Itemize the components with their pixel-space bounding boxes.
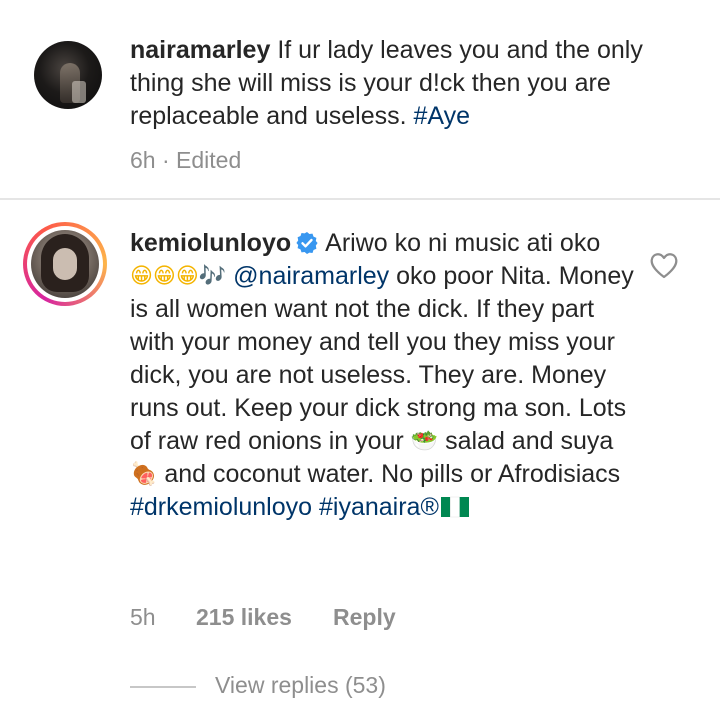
music-notes-emoji: 🎶 (198, 264, 227, 289)
meat-emoji: 🍖 (130, 462, 158, 487)
comment-nairamarley: nairamarley If ur lady leaves you and th… (0, 0, 720, 198)
hashtag-iyanaira[interactable]: #iyanaira® (319, 493, 439, 521)
avatar-nairamarley[interactable] (34, 41, 102, 109)
nigeria-flag-emoji (440, 496, 469, 518)
reply-button[interactable]: Reply (333, 604, 396, 631)
comment-body: nairamarley If ur lady leaves you and th… (130, 34, 650, 133)
avatar-detail (72, 81, 86, 103)
meta-separator: · (161, 147, 170, 173)
avatar-kemiolunloyo[interactable] (23, 222, 107, 306)
avatar-face (53, 248, 77, 280)
reply-username[interactable]: kemiolunloyo (130, 229, 291, 257)
mention-link[interactable]: @nairamarley (233, 262, 389, 290)
comment-username[interactable]: nairamarley (130, 36, 270, 64)
reply-meta: 5h 215 likes Reply (130, 604, 396, 631)
hashtag-drkemiolunloyo[interactable]: #drkemiolunloyo (130, 493, 312, 521)
salad-emoji: 🥗 (410, 429, 439, 454)
grin-emoji: 😁😁😁 (130, 264, 199, 289)
avatar-photo (31, 230, 99, 298)
reply-text-4: and coconut water. No pills or Afrodisia… (164, 460, 621, 488)
heart-outline-icon[interactable] (648, 250, 680, 280)
comment-time: 6h (130, 147, 156, 173)
view-replies-button[interactable]: View replies (53) (215, 672, 386, 699)
divider (0, 198, 720, 200)
verified-badge-icon (296, 232, 318, 254)
reply-text-1: Ariwo ko ni music ati oko (325, 229, 601, 257)
comment-meta: 6h · Edited (130, 147, 241, 174)
hashtag-link[interactable]: #Aye (414, 102, 471, 130)
avatar-ring-inner (27, 226, 103, 302)
reply-time: 5h (130, 604, 156, 630)
likes-count[interactable]: 215 likes (196, 604, 333, 631)
reply-text-3: salad and suya (445, 427, 614, 455)
replies-divider-line (130, 686, 196, 688)
reply-comment-body: kemiolunloyo Ariwo ko ni music ati oko 😁😁😁… (130, 227, 635, 524)
edited-label: Edited (176, 147, 242, 173)
